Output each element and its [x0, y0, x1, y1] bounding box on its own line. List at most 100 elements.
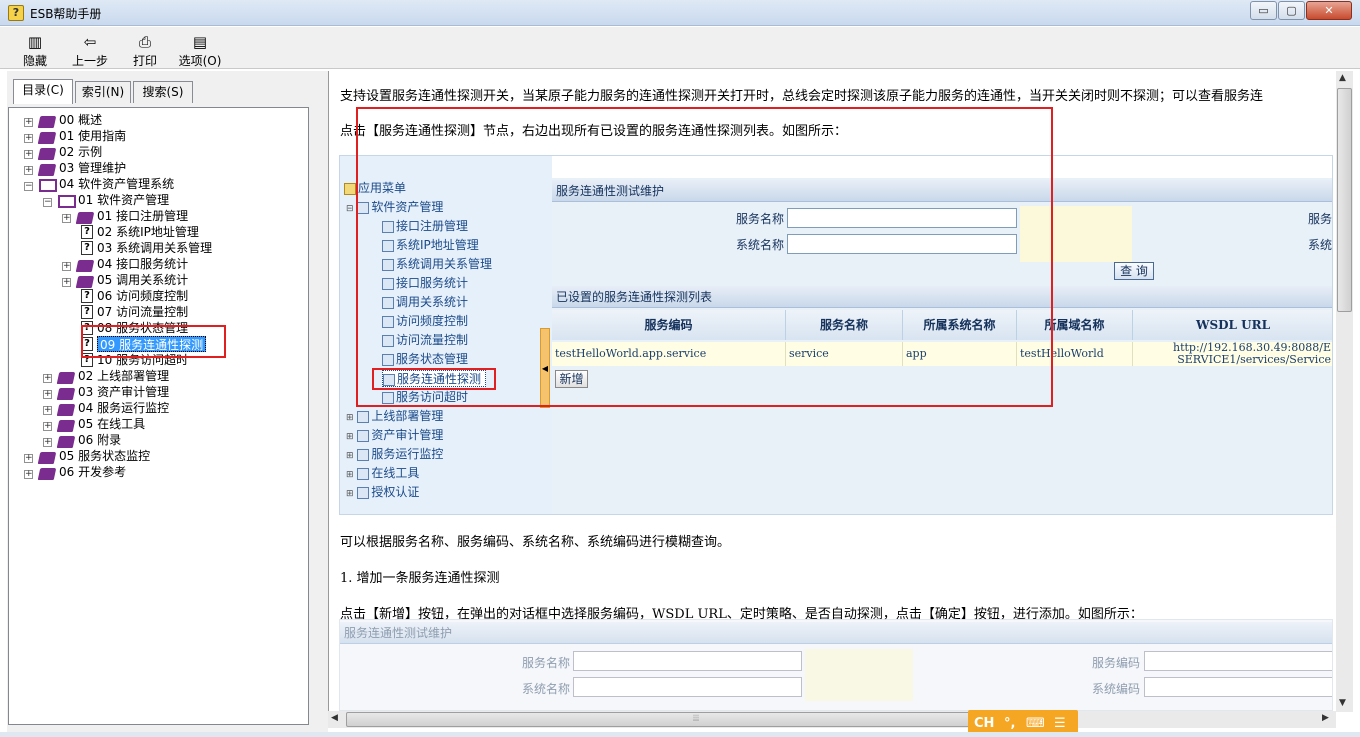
closed-book-icon	[37, 164, 57, 176]
tree-item-call-stats[interactable]: 05 调用关系统计	[97, 272, 188, 288]
figure-label-system-code: 系统	[1307, 238, 1332, 252]
tree-item-asset-mgmt[interactable]: 01 软件资产管理	[78, 192, 169, 208]
pane-splitter[interactable]	[320, 71, 328, 732]
open-book-icon	[39, 179, 57, 192]
expand-icon[interactable]: +	[62, 262, 71, 271]
options-icon: ▤	[192, 33, 208, 51]
paragraph-fuzzy-search: 可以根据服务名称、服务编码、系统名称、系统编码进行模糊查询。	[340, 535, 731, 550]
restore-button[interactable]: ▢	[1278, 1, 1305, 20]
page-icon	[357, 410, 370, 423]
expand-icon[interactable]: +	[24, 150, 33, 159]
window-bottom-border	[0, 732, 1360, 737]
expand-icon[interactable]: +	[43, 406, 52, 415]
tree-item-dev-ref[interactable]: 06 开发参考	[59, 464, 126, 480]
closed-book-icon	[75, 260, 95, 272]
closed-book-icon	[37, 132, 57, 144]
tree-item-flow-control[interactable]: 07 访问流量控制	[97, 304, 188, 320]
tree-item-maintenance[interactable]: 03 管理维护	[59, 160, 126, 176]
folder-icon	[344, 182, 356, 195]
tab-contents[interactable]: 目录(C)	[13, 79, 73, 104]
figure2-label-system-name: 系统名称	[521, 682, 570, 696]
tree-item-monitor[interactable]: 04 服务运行监控	[78, 400, 169, 416]
figure2-label-service-code: 服务编码	[1091, 656, 1140, 670]
figure2-input-system-name	[573, 677, 802, 697]
figure-query-button: 查 询	[1114, 262, 1154, 280]
horizontal-scroll-thumb[interactable]: ⦙⦙⦙	[346, 712, 1046, 727]
page-icon	[357, 467, 370, 480]
expand-icon[interactable]: +	[24, 134, 33, 143]
printer-icon: ⎙	[138, 33, 151, 51]
tree-item-status-monitor[interactable]: 05 服务状态监控	[59, 448, 150, 464]
closed-book-icon	[56, 436, 76, 448]
figure2-label-service-name: 服务名称	[521, 656, 570, 670]
highlight-box-menu-item	[372, 368, 496, 390]
figure-menu-group: ⊞ 授权认证	[346, 485, 420, 499]
close-button[interactable]: ✕	[1306, 1, 1352, 20]
collapse-icon[interactable]: −	[43, 198, 52, 207]
highlight-box-figure	[356, 107, 1053, 407]
tree-item-audit[interactable]: 03 资产审计管理	[78, 384, 169, 400]
tree-item-ip-mgmt[interactable]: 02 系统IP地址管理	[97, 224, 199, 240]
minimize-button[interactable]: ▭	[1250, 1, 1277, 20]
tree-item-guide[interactable]: 01 使用指南	[59, 128, 126, 144]
expand-icon[interactable]: +	[62, 214, 71, 223]
scroll-left-icon[interactable]: ◀	[331, 713, 338, 723]
expand-icon[interactable]: +	[43, 422, 52, 431]
collapse-icon[interactable]: −	[24, 182, 33, 191]
tree-item-freq-control[interactable]: 06 访问频度控制	[97, 288, 188, 304]
expand-icon[interactable]: +	[24, 118, 33, 127]
tree-item-asset-system[interactable]: 04 软件资产管理系统	[59, 176, 174, 192]
scroll-down-icon[interactable]: ▼	[1339, 698, 1346, 708]
contents-tree: +00 概述 +01 使用指南 +02 示例 +03 管理维护 −04 软件资产…	[8, 107, 309, 725]
expand-icon[interactable]: +	[43, 438, 52, 447]
tree-item-overview[interactable]: 00 概述	[59, 112, 102, 128]
scroll-up-icon[interactable]: ▲	[1339, 73, 1346, 83]
help-topic-icon: ?	[81, 305, 93, 319]
tree-item-deploy[interactable]: 02 上线部署管理	[78, 368, 169, 384]
open-book-icon	[58, 195, 76, 208]
tree-item-examples[interactable]: 02 示例	[59, 144, 102, 160]
tree-item-online-tools[interactable]: 05 在线工具	[78, 416, 145, 432]
expand-icon[interactable]: +	[24, 166, 33, 175]
tree-item-appendix[interactable]: 06 附录	[78, 432, 121, 448]
closed-book-icon	[75, 212, 95, 224]
closed-book-icon	[37, 116, 57, 128]
page-icon	[357, 486, 370, 499]
scroll-right-icon[interactable]: ▶	[1322, 713, 1329, 723]
tab-search[interactable]: 搜索(S)	[133, 81, 193, 103]
page-icon	[357, 429, 370, 442]
back-arrow-icon: ⇦	[83, 33, 97, 51]
tree-item-interface-stats[interactable]: 04 接口服务统计	[97, 256, 188, 272]
expand-icon[interactable]: +	[24, 470, 33, 479]
window-title: ESB帮助手册	[30, 7, 102, 21]
paragraph-step-add: 1. 增加一条服务连通性探测	[340, 571, 500, 586]
vertical-scroll-thumb[interactable]	[1337, 88, 1352, 312]
options-button[interactable]: ▤ 选项(O)	[176, 33, 224, 69]
closed-book-icon	[56, 404, 76, 416]
closed-book-icon	[56, 388, 76, 400]
figure-menu-group: ⊞ 在线工具	[346, 466, 420, 480]
closed-book-icon	[56, 372, 76, 384]
tree-item-call-relation[interactable]: 03 系统调用关系管理	[97, 240, 212, 256]
hide-pane-icon: ▥	[27, 33, 43, 51]
expand-icon[interactable]: +	[43, 374, 52, 383]
paragraph-intro: 支持设置服务连通性探测开关，当某原子能力服务的连通性探测开关打开时，总线会定时探…	[340, 89, 1264, 104]
figure2-input-system-code	[1144, 677, 1332, 697]
hide-button[interactable]: ▥ 隐藏	[18, 33, 52, 69]
print-button[interactable]: ⎙ 打印	[128, 33, 162, 69]
figure-cell-wsdl-url: http://192.168.30.49:8088/E SERVICE1/serv…	[1133, 342, 1332, 366]
page-icon	[357, 448, 370, 461]
expand-icon[interactable]: +	[62, 278, 71, 287]
expand-icon[interactable]: +	[43, 390, 52, 399]
figure2-input-service-code	[1144, 651, 1332, 671]
figure-menu-group: ⊞ 上线部署管理	[346, 409, 444, 423]
figure-label-service-code: 服务	[1307, 212, 1332, 226]
closed-book-icon	[37, 148, 57, 160]
help-topic-icon: ?	[81, 289, 93, 303]
expand-icon[interactable]: +	[24, 454, 33, 463]
figure-add-dialog: 服务连通性测试维护 服务名称 服务编码 系统名称 系统编码	[339, 619, 1333, 711]
tree-item-interface-reg[interactable]: 01 接口注册管理	[97, 208, 188, 224]
back-button[interactable]: ⇦ 上一步	[68, 33, 112, 69]
tab-index[interactable]: 索引(N)	[75, 81, 131, 103]
help-topic-icon: ?	[81, 225, 93, 239]
